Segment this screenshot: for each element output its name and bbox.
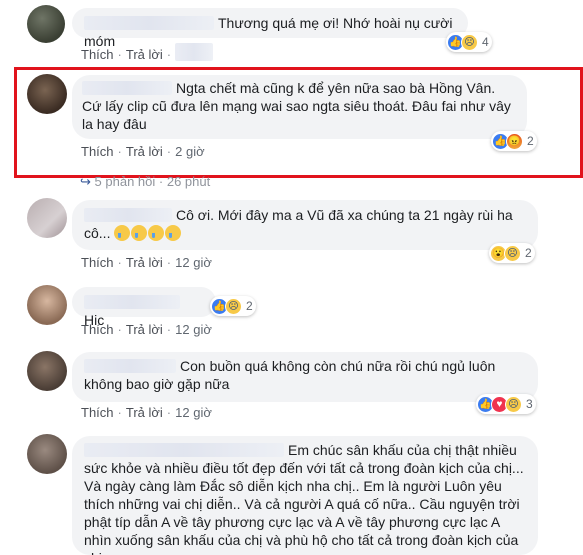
timestamp[interactable]: 2 giờ — [175, 144, 205, 159]
reaction-summary[interactable]: 👍 ☹ 4 — [446, 32, 492, 52]
timestamp[interactable]: 12 giờ — [175, 405, 212, 420]
comment-bubble: Ngta chết mà cũng k để yên nữa sao bà Hồ… — [72, 75, 527, 139]
comment-actions: Thích · Trả lời · 12 giờ — [81, 405, 212, 420]
replies-time: 26 phút — [166, 174, 211, 189]
reply-link[interactable]: Trả lời — [126, 405, 163, 420]
reaction-summary[interactable]: 👍 ♥ ☹ 3 — [476, 394, 536, 414]
reply-link[interactable]: Trả lời — [126, 322, 163, 337]
blurred-author-name[interactable] — [84, 443, 284, 457]
crying-emoji-icon — [114, 225, 131, 241]
avatar[interactable] — [27, 285, 67, 325]
reaction-summary[interactable]: 👍 ☹ 2 — [210, 296, 256, 316]
reaction-count: 2 — [246, 299, 253, 313]
avatar[interactable] — [27, 351, 67, 391]
like-link[interactable]: Thích — [81, 405, 114, 420]
blurred-author-name[interactable] — [84, 208, 172, 222]
comment-bubble: Cô ơi. Mới đây ma a Vũ đã xa chúng ta 21… — [72, 200, 538, 250]
reaction-count: 2 — [527, 134, 534, 148]
angry-icon: 😠 — [506, 132, 523, 150]
sad-icon: ☹ — [505, 395, 522, 413]
reaction-count: 3 — [526, 397, 533, 411]
reply-arrow-icon: ↪ — [80, 174, 91, 189]
blurred-author-name[interactable] — [84, 359, 176, 373]
sad-icon: ☹ — [461, 33, 478, 51]
comment-actions: Thích · Trả lời · — [81, 43, 217, 62]
comment-bubble: Con buồn quá không còn chú nữa rồi chú n… — [72, 352, 538, 402]
reply-link[interactable]: Trả lời — [126, 255, 163, 270]
blurred-author-name[interactable] — [84, 16, 214, 30]
like-link[interactable]: Thích — [81, 47, 114, 62]
avatar[interactable] — [27, 198, 67, 238]
view-replies-link[interactable]: ↪ 5 phản hồi · 26 phút — [80, 174, 210, 190]
reaction-summary[interactable]: 👍 😠 2 — [491, 131, 537, 151]
like-link[interactable]: Thích — [81, 322, 114, 337]
like-link[interactable]: Thích — [81, 255, 114, 270]
reaction-summary[interactable]: 😮 ☹ 2 — [489, 243, 535, 263]
avatar[interactable] — [27, 5, 65, 43]
comment-bubble: Hic — [72, 287, 216, 328]
timestamp[interactable]: 12 giờ — [175, 255, 212, 270]
comment-actions: Thích · Trả lời · 12 giờ — [81, 322, 212, 337]
replies-count: 5 phản hồi — [94, 174, 156, 189]
reaction-count: 2 — [525, 246, 532, 260]
crying-emoji-icon — [131, 225, 148, 241]
comment-actions: Thích · Trả lời · 12 giờ — [81, 255, 212, 270]
comment-bubble: Thương quá mẹ ơi! Nhớ hoài nụ cười móm — [72, 8, 468, 49]
like-link[interactable]: Thích — [81, 144, 114, 159]
sad-icon: ☹ — [504, 244, 521, 262]
blurred-author-name[interactable] — [84, 295, 180, 309]
comment-text: Em chúc sân khấu của chị thật nhiều sức … — [84, 442, 524, 555]
crying-emoji-icon — [165, 225, 182, 241]
avatar[interactable] — [27, 74, 67, 114]
blurred-author-name[interactable] — [82, 81, 172, 95]
reply-link[interactable]: Trả lời — [126, 144, 163, 159]
avatar[interactable] — [27, 434, 67, 474]
comment-actions: Thích · Trả lời · 2 giờ — [81, 144, 205, 159]
comment-bubble: Em chúc sân khấu của chị thật nhiều sức … — [72, 436, 538, 555]
timestamp[interactable]: 12 giờ — [175, 322, 212, 337]
blurred-timestamp — [175, 43, 214, 61]
reply-link[interactable]: Trả lời — [126, 47, 163, 62]
reaction-count: 4 — [482, 35, 489, 49]
crying-emoji-icon — [148, 225, 165, 241]
sad-icon: ☹ — [225, 297, 242, 315]
